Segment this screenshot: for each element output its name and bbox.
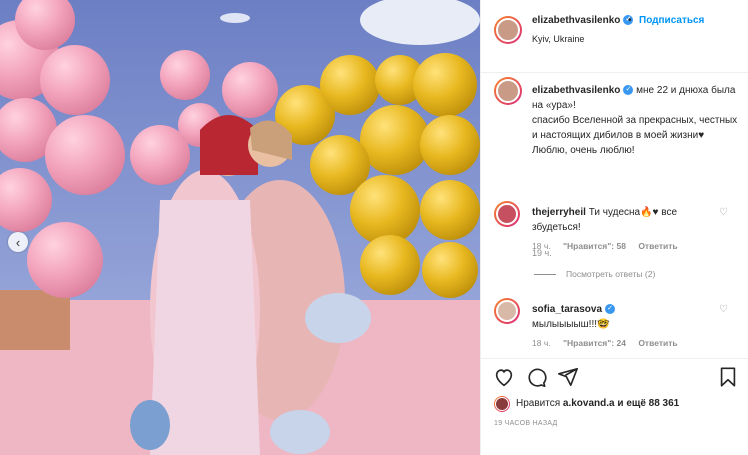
view-replies-button[interactable]: Посмотреть ответы (2): [534, 269, 655, 279]
comment-time[interactable]: 18 ч.: [532, 241, 551, 251]
follow-button[interactable]: Подписаться: [639, 15, 704, 26]
post-photo[interactable]: ‹: [0, 0, 480, 455]
view-replies-label[interactable]: Посмотреть ответы (2): [566, 269, 655, 279]
reply-button[interactable]: Ответить: [638, 241, 677, 251]
comment-meta: 18 ч. "Нравится": 58 Ответить: [532, 241, 688, 251]
comment-meta: 18 ч. "Нравится": 24 Ответить: [532, 338, 688, 348]
caption-username[interactable]: elizabethvasilenko: [532, 85, 620, 96]
reply-button[interactable]: Ответить: [638, 338, 677, 348]
comment-icon[interactable]: [525, 366, 547, 393]
avatar[interactable]: [494, 16, 522, 44]
comment-item: thejerryheil Ти чудесна🔥♥ все збудеться!…: [494, 201, 742, 261]
comment-likes-count[interactable]: "Нравится": 58: [563, 241, 626, 251]
post-side-panel: elizabethvasilenko ✓ • Подписаться Kyiv, …: [480, 0, 748, 455]
comment-like-heart-icon[interactable]: ♡: [719, 207, 728, 218]
likes-text[interactable]: Нравится a.kovand.a и ещё 88 361: [516, 398, 679, 409]
separator-dot: •: [628, 15, 632, 26]
comment-text: thejerryheil Ти чудесна🔥♥ все збудеться!: [532, 205, 708, 235]
comment-time[interactable]: 18 ч.: [532, 338, 551, 348]
username-text[interactable]: elizabethvasilenko: [532, 15, 620, 26]
bookmark-icon[interactable]: [717, 366, 739, 393]
avatar[interactable]: [494, 201, 520, 227]
chevron-left-icon[interactable]: ‹: [8, 232, 28, 252]
username-link[interactable]: elizabethvasilenko ✓: [532, 15, 634, 26]
verified-badge-icon: ✓: [605, 304, 616, 315]
comment-like-heart-icon[interactable]: ♡: [719, 304, 728, 315]
likes-summary: Нравится a.kovand.a и ещё 88 361: [494, 396, 744, 414]
caption-text: elizabethvasilenko ✓ мне 22 и днюха была …: [532, 83, 740, 158]
photo-illustration: [0, 0, 480, 455]
likes-suffix[interactable]: и ещё 88 361: [615, 398, 679, 409]
comment-likes-count[interactable]: "Нравится": 24: [563, 338, 626, 348]
verified-badge-icon: ✓: [623, 85, 634, 96]
avatar[interactable]: [494, 396, 510, 412]
comment-item: sofia_tarasova ✓ мылыыыыш!!!🤓 ♡ 18 ч. "Нра…: [494, 298, 742, 358]
comment-username[interactable]: thejerryheil: [532, 207, 586, 218]
action-bar: [481, 362, 748, 394]
heart-icon[interactable]: [493, 366, 515, 393]
replies-line: [534, 274, 556, 276]
likes-user[interactable]: a.kovand.a: [563, 398, 615, 409]
comment-username[interactable]: sofia_tarasova: [532, 304, 602, 315]
share-icon[interactable]: [557, 366, 579, 393]
likes-prefix: Нравится: [516, 398, 563, 409]
instagram-post: ‹ elizabethvasilenko ✓ • Подписаться Kyiv…: [0, 0, 748, 455]
avatar[interactable]: [494, 298, 520, 324]
post-header: elizabethvasilenko ✓ • Подписаться Kyiv, …: [481, 0, 748, 73]
comments-section[interactable]: elizabethvasilenko ✓ мне 22 и днюха была …: [481, 72, 748, 359]
comment-body: мылыыыыш!!!🤓: [532, 319, 610, 330]
avatar[interactable]: [494, 77, 522, 105]
location-link[interactable]: Kyiv, Ukraine: [532, 34, 584, 44]
comment-text: sofia_tarasova ✓ мылыыыыш!!!🤓: [532, 302, 708, 332]
post-timestamp[interactable]: 19 ЧАСОВ НАЗАД: [494, 420, 558, 427]
